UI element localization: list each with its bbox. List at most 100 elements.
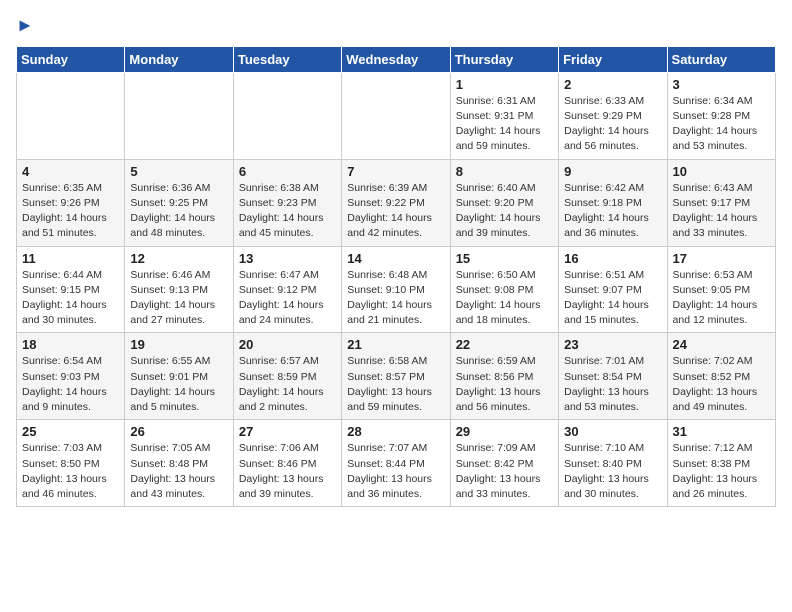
calendar-header-row: SundayMondayTuesdayWednesdayThursdayFrid… bbox=[17, 46, 776, 72]
day-number: 12 bbox=[130, 251, 227, 266]
day-number: 13 bbox=[239, 251, 336, 266]
day-info: Sunrise: 6:42 AM Sunset: 9:18 PM Dayligh… bbox=[564, 181, 661, 242]
day-info: Sunrise: 6:48 AM Sunset: 9:10 PM Dayligh… bbox=[347, 268, 444, 329]
day-number: 6 bbox=[239, 164, 336, 179]
calendar-cell bbox=[233, 72, 341, 159]
day-info: Sunrise: 7:06 AM Sunset: 8:46 PM Dayligh… bbox=[239, 441, 336, 502]
calendar-cell bbox=[125, 72, 233, 159]
day-number: 16 bbox=[564, 251, 661, 266]
calendar-table: SundayMondayTuesdayWednesdayThursdayFrid… bbox=[16, 46, 776, 507]
day-header-wednesday: Wednesday bbox=[342, 46, 450, 72]
calendar-cell: 14Sunrise: 6:48 AM Sunset: 9:10 PM Dayli… bbox=[342, 246, 450, 333]
day-info: Sunrise: 7:10 AM Sunset: 8:40 PM Dayligh… bbox=[564, 441, 661, 502]
day-number: 27 bbox=[239, 424, 336, 439]
day-info: Sunrise: 6:31 AM Sunset: 9:31 PM Dayligh… bbox=[456, 94, 553, 155]
day-info: Sunrise: 6:43 AM Sunset: 9:17 PM Dayligh… bbox=[673, 181, 770, 242]
day-number: 9 bbox=[564, 164, 661, 179]
day-number: 30 bbox=[564, 424, 661, 439]
day-info: Sunrise: 6:50 AM Sunset: 9:08 PM Dayligh… bbox=[456, 268, 553, 329]
calendar-cell: 10 Sunrise: 6:43 AM Sunset: 9:17 PM Dayli… bbox=[667, 159, 775, 246]
day-number: 29 bbox=[456, 424, 553, 439]
day-number: 3 bbox=[673, 77, 770, 92]
calendar-cell: 18Sunrise: 6:54 AM Sunset: 9:03 PM Dayli… bbox=[17, 333, 125, 420]
calendar-cell: 24 Sunrise: 7:02 AM Sunset: 8:52 PM Dayli… bbox=[667, 333, 775, 420]
logo: ► bbox=[16, 16, 34, 36]
day-header-saturday: Saturday bbox=[667, 46, 775, 72]
logo-flag-icon: ► bbox=[16, 15, 34, 35]
day-number: 31 bbox=[673, 424, 770, 439]
calendar-cell: 6Sunrise: 6:38 AM Sunset: 9:23 PM Daylig… bbox=[233, 159, 341, 246]
day-info: Sunrise: 6:40 AM Sunset: 9:20 PM Dayligh… bbox=[456, 181, 553, 242]
day-info: Sunrise: 7:07 AM Sunset: 8:44 PM Dayligh… bbox=[347, 441, 444, 502]
day-header-friday: Friday bbox=[559, 46, 667, 72]
day-info: Sunrise: 7:01 AM Sunset: 8:54 PM Dayligh… bbox=[564, 354, 661, 415]
calendar-cell: 4 Sunrise: 6:35 AM Sunset: 9:26 PM Daylig… bbox=[17, 159, 125, 246]
day-info: Sunrise: 6:35 AM Sunset: 9:26 PM Dayligh… bbox=[22, 181, 119, 242]
calendar-cell bbox=[17, 72, 125, 159]
day-info: Sunrise: 7:05 AM Sunset: 8:48 PM Dayligh… bbox=[130, 441, 227, 502]
day-number: 25 bbox=[22, 424, 119, 439]
day-number: 17 bbox=[673, 251, 770, 266]
calendar-cell: 19Sunrise: 6:55 AM Sunset: 9:01 PM Dayli… bbox=[125, 333, 233, 420]
calendar-cell: 23 Sunrise: 7:01 AM Sunset: 8:54 PM Dayli… bbox=[559, 333, 667, 420]
calendar-cell: 28 Sunrise: 7:07 AM Sunset: 8:44 PM Dayli… bbox=[342, 420, 450, 507]
day-number: 10 bbox=[673, 164, 770, 179]
day-number: 1 bbox=[456, 77, 553, 92]
calendar-body: 1 Sunrise: 6:31 AM Sunset: 9:31 PM Daylig… bbox=[17, 72, 776, 506]
calendar-cell: 21 Sunrise: 6:58 AM Sunset: 8:57 PM Dayli… bbox=[342, 333, 450, 420]
day-number: 4 bbox=[22, 164, 119, 179]
day-number: 28 bbox=[347, 424, 444, 439]
calendar-cell: 5 Sunrise: 6:36 AM Sunset: 9:25 PM Daylig… bbox=[125, 159, 233, 246]
day-info: Sunrise: 6:55 AM Sunset: 9:01 PM Dayligh… bbox=[130, 354, 227, 415]
calendar-cell: 20 Sunrise: 6:57 AM Sunset: 8:59 PM Dayli… bbox=[233, 333, 341, 420]
calendar-week-row: 11 Sunrise: 6:44 AM Sunset: 9:15 PM Dayli… bbox=[17, 246, 776, 333]
day-header-thursday: Thursday bbox=[450, 46, 558, 72]
day-header-sunday: Sunday bbox=[17, 46, 125, 72]
day-number: 18 bbox=[22, 337, 119, 352]
day-number: 5 bbox=[130, 164, 227, 179]
day-number: 23 bbox=[564, 337, 661, 352]
day-info: Sunrise: 7:03 AM Sunset: 8:50 PM Dayligh… bbox=[22, 441, 119, 502]
calendar-cell: 3Sunrise: 6:34 AM Sunset: 9:28 PM Daylig… bbox=[667, 72, 775, 159]
calendar-cell: 25 Sunrise: 7:03 AM Sunset: 8:50 PM Dayli… bbox=[17, 420, 125, 507]
calendar-cell: 29 Sunrise: 7:09 AM Sunset: 8:42 PM Dayli… bbox=[450, 420, 558, 507]
calendar-week-row: 18Sunrise: 6:54 AM Sunset: 9:03 PM Dayli… bbox=[17, 333, 776, 420]
calendar-week-row: 1 Sunrise: 6:31 AM Sunset: 9:31 PM Daylig… bbox=[17, 72, 776, 159]
calendar-cell: 17 Sunrise: 6:53 AM Sunset: 9:05 PM Dayli… bbox=[667, 246, 775, 333]
day-number: 8 bbox=[456, 164, 553, 179]
calendar-cell: 31 Sunrise: 7:12 AM Sunset: 8:38 PM Dayli… bbox=[667, 420, 775, 507]
day-info: Sunrise: 6:33 AM Sunset: 9:29 PM Dayligh… bbox=[564, 94, 661, 155]
day-info: Sunrise: 7:02 AM Sunset: 8:52 PM Dayligh… bbox=[673, 354, 770, 415]
day-info: Sunrise: 6:57 AM Sunset: 8:59 PM Dayligh… bbox=[239, 354, 336, 415]
day-info: Sunrise: 6:58 AM Sunset: 8:57 PM Dayligh… bbox=[347, 354, 444, 415]
day-header-monday: Monday bbox=[125, 46, 233, 72]
day-number: 15 bbox=[456, 251, 553, 266]
day-number: 2 bbox=[564, 77, 661, 92]
day-info: Sunrise: 6:51 AM Sunset: 9:07 PM Dayligh… bbox=[564, 268, 661, 329]
calendar-cell: 27 Sunrise: 7:06 AM Sunset: 8:46 PM Dayli… bbox=[233, 420, 341, 507]
calendar-cell: 16 Sunrise: 6:51 AM Sunset: 9:07 PM Dayli… bbox=[559, 246, 667, 333]
calendar-cell: 30 Sunrise: 7:10 AM Sunset: 8:40 PM Dayli… bbox=[559, 420, 667, 507]
day-info: Sunrise: 6:53 AM Sunset: 9:05 PM Dayligh… bbox=[673, 268, 770, 329]
day-info: Sunrise: 6:36 AM Sunset: 9:25 PM Dayligh… bbox=[130, 181, 227, 242]
calendar-cell: 9 Sunrise: 6:42 AM Sunset: 9:18 PM Daylig… bbox=[559, 159, 667, 246]
calendar-cell bbox=[342, 72, 450, 159]
calendar-cell: 2 Sunrise: 6:33 AM Sunset: 9:29 PM Daylig… bbox=[559, 72, 667, 159]
calendar-cell: 15 Sunrise: 6:50 AM Sunset: 9:08 PM Dayli… bbox=[450, 246, 558, 333]
page-header: ► bbox=[16, 16, 776, 36]
day-info: Sunrise: 6:44 AM Sunset: 9:15 PM Dayligh… bbox=[22, 268, 119, 329]
calendar-cell: 1 Sunrise: 6:31 AM Sunset: 9:31 PM Daylig… bbox=[450, 72, 558, 159]
day-number: 20 bbox=[239, 337, 336, 352]
day-number: 22 bbox=[456, 337, 553, 352]
calendar-week-row: 25 Sunrise: 7:03 AM Sunset: 8:50 PM Dayli… bbox=[17, 420, 776, 507]
day-number: 7 bbox=[347, 164, 444, 179]
day-info: Sunrise: 6:47 AM Sunset: 9:12 PM Dayligh… bbox=[239, 268, 336, 329]
day-number: 11 bbox=[22, 251, 119, 266]
day-number: 21 bbox=[347, 337, 444, 352]
calendar-cell: 8 Sunrise: 6:40 AM Sunset: 9:20 PM Daylig… bbox=[450, 159, 558, 246]
day-number: 24 bbox=[673, 337, 770, 352]
calendar-cell: 22Sunrise: 6:59 AM Sunset: 8:56 PM Dayli… bbox=[450, 333, 558, 420]
day-info: Sunrise: 6:46 AM Sunset: 9:13 PM Dayligh… bbox=[130, 268, 227, 329]
day-info: Sunrise: 7:12 AM Sunset: 8:38 PM Dayligh… bbox=[673, 441, 770, 502]
day-info: Sunrise: 7:09 AM Sunset: 8:42 PM Dayligh… bbox=[456, 441, 553, 502]
